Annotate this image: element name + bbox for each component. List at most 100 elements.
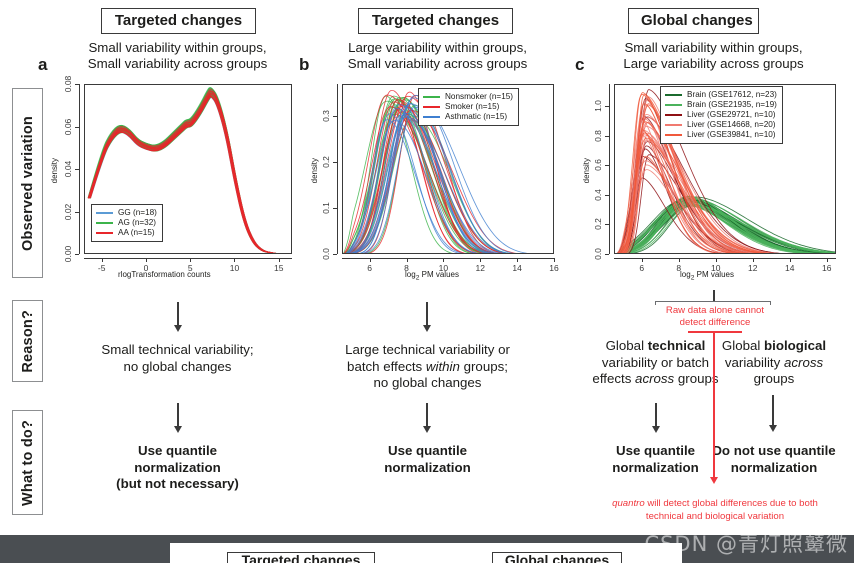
action-text-c-right-line2: normalization xyxy=(730,459,818,475)
y-tick-label: 0.08 xyxy=(63,75,73,93)
red-arrow-shaft xyxy=(713,331,715,479)
y-tick-label: 0.6 xyxy=(593,159,603,172)
bottom-box-global-label: Global changes xyxy=(504,553,610,563)
plot-b-xlabel: log2 PM values xyxy=(405,270,459,282)
x-axis-line xyxy=(614,258,836,259)
legend-item: Smoker (n=15) xyxy=(423,102,513,112)
arrow-c-left-action-shaft xyxy=(655,403,657,427)
plot-a-xlabel: rlogTransformation counts xyxy=(118,270,211,279)
legend-item: Liver (GSE39841, n=10) xyxy=(665,130,777,140)
x-axis-line xyxy=(84,258,292,259)
rail-what-to-do: What to do? xyxy=(12,410,43,515)
red-note-bottom-line2: technical and biological variation xyxy=(645,510,785,522)
action-text-b-line2: normalization xyxy=(384,459,471,475)
red-crossbar xyxy=(688,331,742,333)
bottom-box-targeted-label: Targeted changes xyxy=(241,553,361,563)
legend-color-swatch xyxy=(665,124,682,126)
y-tick-label: 0.0 xyxy=(321,248,331,260)
x-tick-mark xyxy=(480,258,482,262)
y-tick-mark xyxy=(605,254,609,255)
legend-item: Liver (GSE14668, n=20) xyxy=(665,120,777,130)
column-b-title: Targeted changes xyxy=(358,8,513,34)
y-tick-label: 1.0 xyxy=(593,100,603,113)
action-text-a-line3: (but not necessary) xyxy=(116,476,239,491)
x-tick-label: 10 xyxy=(229,263,240,273)
panel-letter-a: a xyxy=(38,55,48,74)
column-a-subtitle-line2: Small variability across groups xyxy=(87,56,268,71)
plot-a-ylabel: density xyxy=(50,158,59,184)
panel-letter-c: c xyxy=(575,55,585,74)
action-text-b-line1: Use quantile xyxy=(387,443,468,458)
reason-text-b: Large technical variability or batch eff… xyxy=(310,342,545,392)
legend-color-swatch xyxy=(665,114,682,116)
reason-text-b-line3: no global changes xyxy=(373,375,482,390)
plot-c-legend: Brain (GSE17612, n=23) Brain (GSE21935, n… xyxy=(660,86,783,144)
y-tick-label: 0.00 xyxy=(63,245,73,263)
legend-label: AG (n=32) xyxy=(118,218,156,227)
plot-a-legend: GG (n=18) AG (n=32) AA (n=15) xyxy=(91,204,163,242)
column-a-title: Targeted changes xyxy=(101,8,256,34)
rail-reason: Reason? xyxy=(12,300,43,382)
x-tick-mark xyxy=(145,258,147,262)
legend-item: Brain (GSE21935, n=19) xyxy=(665,100,777,110)
plot-panel-a: density -5 0 5 10 15 0.00 0.02 0.04 0.06 0.08 rlo… xyxy=(48,76,296,285)
reason-text-a-line1: Small technical variability; xyxy=(101,342,254,357)
legend-color-swatch xyxy=(96,222,113,224)
x-tick-mark xyxy=(554,258,555,262)
action-text-a-line1: Use quantile xyxy=(137,443,218,458)
arrow-c-right-action-shaft xyxy=(772,395,774,426)
x-tick-mark xyxy=(826,258,828,262)
action-text-c-right-line1: Do not use quantile xyxy=(712,443,836,458)
legend-label: Brain (GSE21935, n=19) xyxy=(687,100,777,109)
bottom-box-global: Global changes xyxy=(492,552,622,563)
reason-text-a: Small technical variability; no global c… xyxy=(60,342,295,375)
column-c-title: Global changes xyxy=(628,8,759,34)
red-note-top-line2: detect difference xyxy=(679,317,751,328)
y-tick-label: 0.2 xyxy=(593,218,603,231)
x-tick-mark xyxy=(278,258,280,262)
column-c-subtitle-line2: Large variability across groups xyxy=(623,56,804,71)
red-note-top: Raw data alone cannot detect difference xyxy=(640,305,790,329)
x-tick-label: 15 xyxy=(273,263,284,273)
legend-color-swatch xyxy=(665,94,682,96)
column-b-subtitle-line1: Large variability within groups, xyxy=(348,40,527,55)
panel-letter-b: b xyxy=(299,55,310,74)
y-tick-mark xyxy=(605,194,609,196)
reason-text-b-line1: Large technical variability or xyxy=(345,342,510,357)
red-note-bottom: quantro will detect global differences d… xyxy=(590,498,840,523)
arrow-b-action-shaft xyxy=(426,403,428,427)
plot-b-ylabel: density xyxy=(310,158,319,184)
y-tick-mark xyxy=(605,135,609,137)
legend-item: GG (n=18) xyxy=(96,208,157,218)
legend-item: Asthmatic (n=15) xyxy=(423,112,513,122)
x-tick-mark xyxy=(234,258,236,262)
y-tick-label: 0.1 xyxy=(321,202,331,214)
x-tick-mark xyxy=(752,258,754,262)
csdn-watermark: CSDN @青灯照鼙微 xyxy=(644,532,848,556)
x-tick-mark xyxy=(406,258,408,262)
legend-color-swatch xyxy=(423,106,440,108)
action-text-a-line2: normalization xyxy=(134,459,221,475)
column-a-subtitle-line1: Small variability within groups, xyxy=(88,40,267,55)
x-tick-mark xyxy=(190,258,192,262)
arrow-b-action-head xyxy=(423,426,431,433)
x-tick-label: 6 xyxy=(639,263,645,273)
y-tick-mark xyxy=(75,84,79,85)
arrow-a-action-head xyxy=(174,426,182,433)
legend-label: Asthmatic (n=15) xyxy=(445,112,508,121)
x-tick-label: 6 xyxy=(367,263,373,273)
legend-label: Liver (GSE29721, n=10) xyxy=(687,110,776,119)
legend-item: Brain (GSE17612, n=23) xyxy=(665,90,777,100)
legend-label: GG (n=18) xyxy=(118,208,157,217)
x-tick-label: 12 xyxy=(475,263,485,273)
legend-label: Liver (GSE39841, n=10) xyxy=(687,130,776,139)
legend-item: AA (n=15) xyxy=(96,228,157,238)
action-text-b: Use quantile normalization xyxy=(310,443,545,476)
arrow-b-reason-head xyxy=(423,325,431,332)
reason-text-c-right-line1: Global biological xyxy=(721,338,827,353)
y-axis-line xyxy=(609,84,610,254)
legend-item: Liver (GSE29721, n=10) xyxy=(665,110,777,120)
arrow-b-reason-shaft xyxy=(426,302,428,326)
x-tick-label: 14 xyxy=(785,263,795,273)
y-tick-mark xyxy=(333,162,337,164)
